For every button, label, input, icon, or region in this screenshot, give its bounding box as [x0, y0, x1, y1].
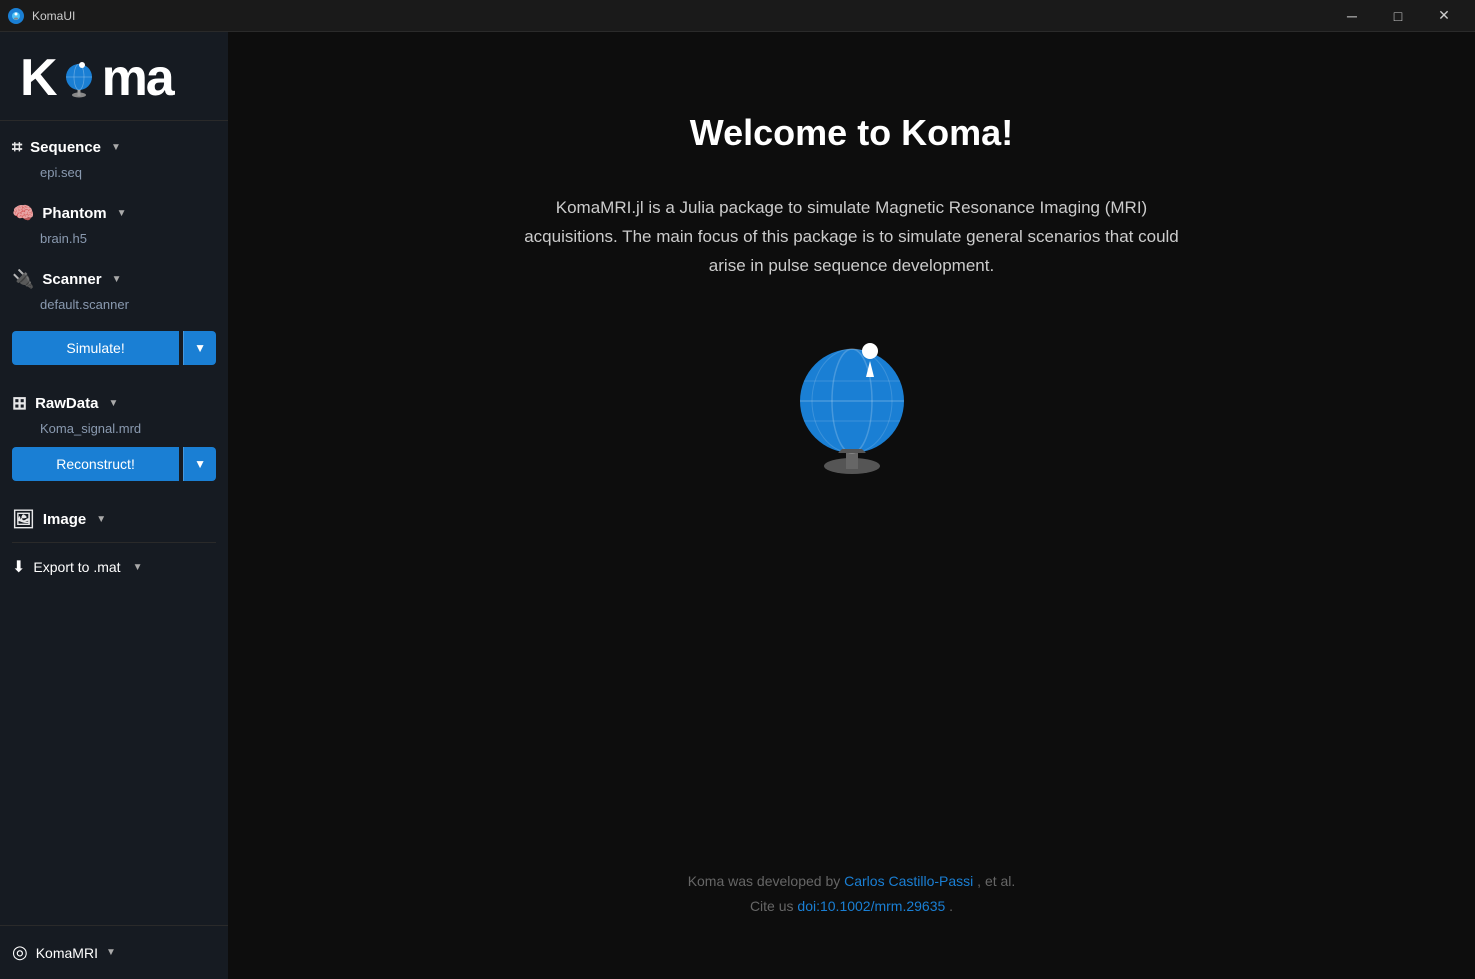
footer-text-2: , et al. — [977, 873, 1015, 889]
image-chevron-icon: ▼ — [96, 514, 106, 525]
welcome-section: Welcome to Koma! KomaMRI.jl is a Julia p… — [512, 112, 1192, 481]
logo-area: K ma — [0, 32, 228, 121]
scanner-label: Scanner — [42, 271, 101, 288]
main-layout: K ma ⌗ — [0, 32, 1475, 979]
scanner-icon: 🔌 — [12, 269, 34, 290]
footer: Koma was developed by Carlos Castillo-Pa… — [688, 869, 1016, 919]
logo-globe-icon — [58, 57, 100, 99]
export-row[interactable]: ⬇ Export to .mat ▼ — [0, 547, 228, 587]
sequence-header[interactable]: ⌗ Sequence ▼ — [12, 133, 216, 162]
main-content: Welcome to Koma! KomaMRI.jl is a Julia p… — [228, 32, 1475, 979]
export-label: Export to .mat — [33, 559, 120, 575]
image-header[interactable]: 🖼 Image ▼ — [12, 505, 216, 534]
footer-period: . — [949, 898, 953, 914]
phantom-header[interactable]: 🧠 Phantom ▼ — [12, 199, 216, 228]
simulate-button[interactable]: Simulate! — [12, 331, 179, 365]
komamri-bottom[interactable]: ◎ KomaMRI ▼ — [0, 925, 228, 979]
footer-cite: Cite us — [750, 898, 797, 914]
window-controls: ─ □ ✕ — [1329, 0, 1467, 32]
phantom-label: Phantom — [42, 205, 106, 222]
sequence-label: Sequence — [30, 139, 101, 156]
simulate-row: Simulate! ▼ — [0, 319, 228, 377]
reconstruct-dropdown-button[interactable]: ▼ — [183, 447, 216, 481]
rawdata-icon: ⊞ — [12, 393, 27, 414]
app-title: KomaUI — [32, 9, 75, 23]
footer-text-1: Koma was developed by — [688, 873, 844, 889]
footer-line-1: Koma was developed by Carlos Castillo-Pa… — [688, 869, 1016, 894]
rawdata-header[interactable]: ⊞ RawData ▼ — [12, 389, 216, 418]
welcome-description: KomaMRI.jl is a Julia package to simulat… — [512, 194, 1192, 281]
globe-svg — [772, 321, 932, 481]
sequence-icon: ⌗ — [12, 137, 22, 158]
image-section: 🖼 Image ▼ — [0, 493, 228, 538]
phantom-chevron-icon: ▼ — [117, 208, 127, 219]
sequence-file[interactable]: epi.seq — [12, 162, 216, 183]
logo: K ma — [20, 52, 208, 104]
scanner-file[interactable]: default.scanner — [12, 294, 216, 315]
phantom-file[interactable]: brain.h5 — [12, 228, 216, 249]
export-icon: ⬇ — [12, 557, 25, 577]
scanner-section: 🔌 Scanner ▼ default.scanner — [0, 253, 228, 319]
komamri-icon: ◎ — [12, 942, 28, 963]
rawdata-file[interactable]: Koma_signal.mrd — [12, 418, 216, 439]
komamri-label: KomaMRI — [36, 945, 98, 961]
globe-illustration — [772, 321, 932, 481]
scanner-header[interactable]: 🔌 Scanner ▼ — [12, 265, 216, 294]
logo-k: K — [20, 52, 56, 104]
titlebar-left: KomaUI — [8, 8, 75, 24]
sidebar-divider — [12, 542, 216, 543]
scanner-chevron-icon: ▼ — [112, 274, 122, 285]
phantom-section: 🧠 Phantom ▼ brain.h5 — [0, 187, 228, 253]
welcome-title: Welcome to Koma! — [690, 112, 1013, 154]
phantom-icon: 🧠 — [12, 203, 34, 224]
rawdata-section: ⊞ RawData ▼ Koma_signal.mrd — [0, 377, 228, 443]
close-button[interactable]: ✕ — [1421, 0, 1467, 32]
app-icon — [8, 8, 24, 24]
export-chevron-icon: ▼ — [133, 562, 143, 573]
maximize-button[interactable]: □ — [1375, 0, 1421, 32]
reconstruct-row: Reconstruct! ▼ — [0, 443, 228, 493]
minimize-button[interactable]: ─ — [1329, 0, 1375, 32]
sequence-chevron-icon: ▼ — [111, 142, 121, 153]
image-label: Image — [43, 511, 86, 528]
image-icon: 🖼 — [12, 509, 35, 530]
footer-doi-link[interactable]: doi:10.1002/mrm.29635 — [797, 898, 945, 914]
reconstruct-button[interactable]: Reconstruct! — [12, 447, 179, 481]
logo-ma: ma — [102, 52, 173, 104]
rawdata-label: RawData — [35, 395, 98, 412]
footer-line-2: Cite us doi:10.1002/mrm.29635 . — [688, 894, 1016, 919]
sequence-section: ⌗ Sequence ▼ epi.seq — [0, 121, 228, 187]
footer-author-link[interactable]: Carlos Castillo-Passi — [844, 873, 973, 889]
titlebar: KomaUI ─ □ ✕ — [0, 0, 1475, 32]
rawdata-chevron-icon: ▼ — [108, 398, 118, 409]
komamri-chevron-icon: ▼ — [106, 947, 116, 958]
sidebar: K ma ⌗ — [0, 32, 228, 979]
simulate-dropdown-button[interactable]: ▼ — [183, 331, 216, 365]
